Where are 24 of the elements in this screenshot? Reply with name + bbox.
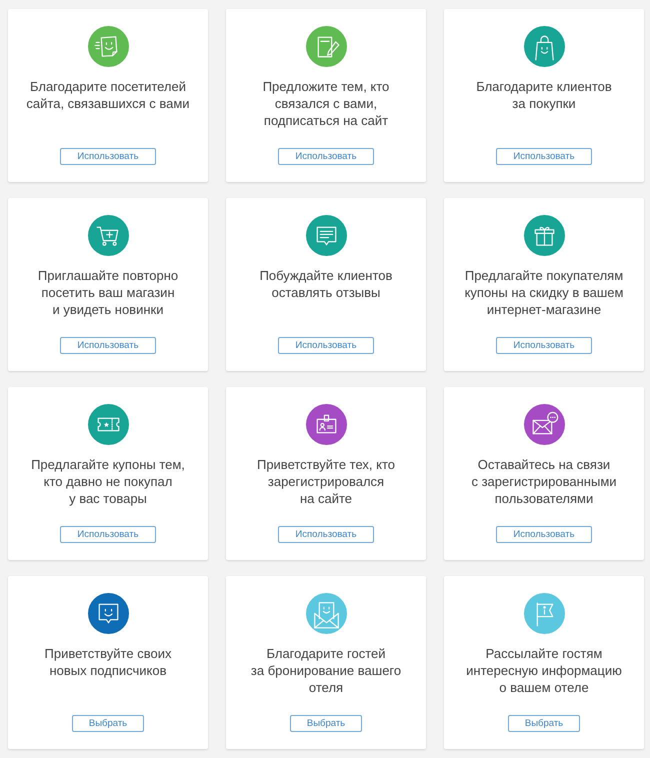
action-button[interactable]: Использовать	[496, 148, 592, 165]
card-description: Оставайтесь на связи с зарегистрированными пользователями	[471, 456, 617, 507]
card-description: Приветствуйте своих новых подписчиков	[44, 645, 172, 679]
card-description: Побуждайте клиентов оставлять отзывы	[260, 267, 392, 301]
action-button[interactable]: Выбрать	[290, 715, 362, 732]
action-button[interactable]: Использовать	[60, 148, 156, 165]
card-description: Благодарите гостей за бронирование вашего отеля	[250, 645, 402, 696]
action-button[interactable]: Использовать	[278, 526, 374, 543]
action-button[interactable]: Выбрать	[508, 715, 580, 732]
card-description: Предложите тем, кто связался с вами, подписаться на сайт	[262, 78, 390, 129]
action-button[interactable]: Использовать	[496, 526, 592, 543]
action-button[interactable]: Использовать	[278, 148, 374, 165]
card-description: Благодарите посетителей сайта, связавшихся с вами	[26, 78, 190, 112]
card-description: Приветствуйте тех, кто зарегистрировался на сайте	[256, 456, 396, 507]
card-description: Приглашайте повторно посетить ваш магазин и увидеть новинки	[38, 267, 178, 318]
card-description: Предлагайте купоны тем, кто давно не покупал у вас товары	[31, 456, 185, 507]
card-description: Благодарите клиентов за покупки	[476, 78, 612, 112]
card-description: Рассылайте гостям интересную информацию о вашем отеле	[466, 645, 622, 696]
card-description: Предлагайте покупателям купоны на скидку в вашем интернет-магазине	[464, 267, 624, 318]
action-button[interactable]: Использовать	[60, 337, 156, 354]
action-button[interactable]: Использовать	[496, 337, 592, 354]
action-button[interactable]: Использовать	[60, 526, 156, 543]
action-button[interactable]: Использовать	[278, 337, 374, 354]
action-button[interactable]: Выбрать	[72, 715, 144, 732]
